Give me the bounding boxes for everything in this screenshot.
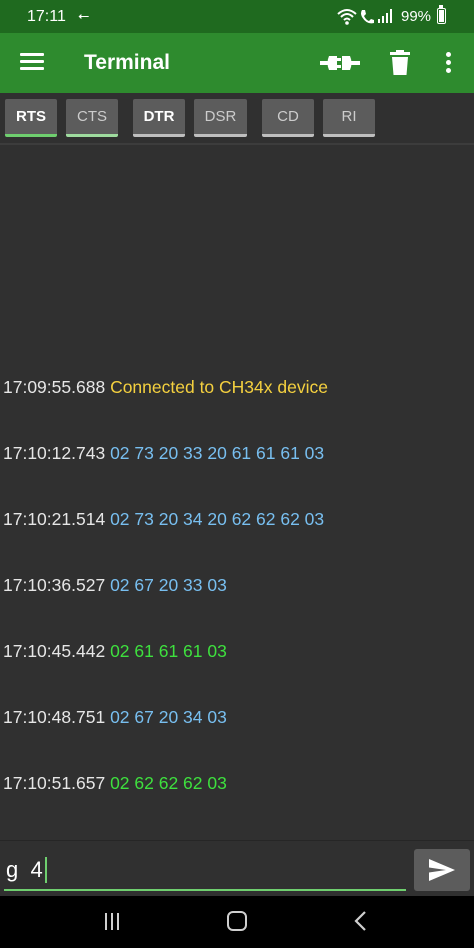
usb-debug-icon: ⭠ <box>78 7 90 23</box>
log-timestamp: 17:09:55.688 <box>3 377 106 397</box>
back-icon[interactable] <box>352 910 368 932</box>
log-message: 02 73 20 33 20 61 61 61 03 <box>110 443 325 463</box>
cts-indicator: CTS <box>66 99 118 137</box>
send-text-input[interactable] <box>4 851 406 891</box>
log-timestamp: 17:10:12.743 <box>3 443 106 463</box>
log-line: 17:10:36.527 02 67 20 33 03 <box>3 574 328 596</box>
log-message: Connected to CH34x device <box>110 377 328 397</box>
cd-indicator: CD <box>262 99 314 137</box>
battery-icon <box>437 5 446 24</box>
send-icon <box>429 859 455 881</box>
wifi-call-icon <box>361 10 374 24</box>
ri-indicator: RI <box>323 99 375 137</box>
send-bar <box>0 840 474 896</box>
log-line: 17:09:55.688 Connected to CH34x device <box>3 376 328 398</box>
delete-icon[interactable] <box>389 50 411 76</box>
log-timestamp: 17:10:36.527 <box>3 575 106 595</box>
log-timestamp: 17:10:48.751 <box>3 707 106 727</box>
terminal-log: 17:09:55.688 Connected to CH34x device 1… <box>3 332 328 838</box>
wifi-icon <box>337 9 357 25</box>
log-line: 17:10:21.514 02 73 20 34 20 62 62 62 03 <box>3 508 328 530</box>
page-title: Terminal <box>84 51 170 74</box>
log-line: 17:10:48.751 02 67 20 34 03 <box>3 706 328 728</box>
log-timestamp: 17:10:45.442 <box>3 641 106 661</box>
log-line: 17:10:51.657 02 62 62 62 03 <box>3 772 328 794</box>
log-message: 02 67 20 33 03 <box>110 575 227 595</box>
more-options-icon[interactable] <box>440 52 456 76</box>
log-line: 17:10:45.442 02 61 61 61 03 <box>3 640 328 662</box>
log-timestamp: 17:10:21.514 <box>3 509 106 529</box>
status-time: 17:11 <box>27 8 66 25</box>
rts-toggle[interactable]: RTS <box>5 99 57 137</box>
battery-percent: 99% <box>401 8 432 25</box>
log-line: 17:10:12.743 02 73 20 33 20 61 61 61 03 <box>3 442 328 464</box>
terminal-output[interactable]: 17:09:55.688 Connected to CH34x device 1… <box>0 147 474 840</box>
log-message: 02 61 61 61 03 <box>110 641 227 661</box>
menu-icon[interactable] <box>20 53 44 73</box>
recent-apps-icon[interactable] <box>105 913 125 931</box>
app-bar: Terminal <box>0 33 474 93</box>
text-caret <box>45 857 47 883</box>
log-timestamp: 17:10:51.657 <box>3 773 106 793</box>
connect-icon[interactable] <box>320 50 360 76</box>
system-nav-bar <box>0 896 474 948</box>
status-bar: 17:11 ⭠ 99% <box>0 0 474 33</box>
log-message: 02 62 62 62 03 <box>110 773 227 793</box>
dsr-indicator: DSR <box>194 99 247 137</box>
log-message: 02 73 20 34 20 62 62 62 03 <box>110 509 325 529</box>
dtr-toggle[interactable]: DTR <box>133 99 185 137</box>
home-icon[interactable] <box>227 911 247 931</box>
log-message: 02 67 20 34 03 <box>110 707 227 727</box>
signal-icon <box>378 9 392 23</box>
send-button[interactable] <box>414 849 470 891</box>
app-root: 17:11 ⭠ 99% Terminal RTS CTS DTR DSR CD … <box>0 0 474 948</box>
control-lines-bar: RTS CTS DTR DSR CD RI <box>0 93 474 145</box>
